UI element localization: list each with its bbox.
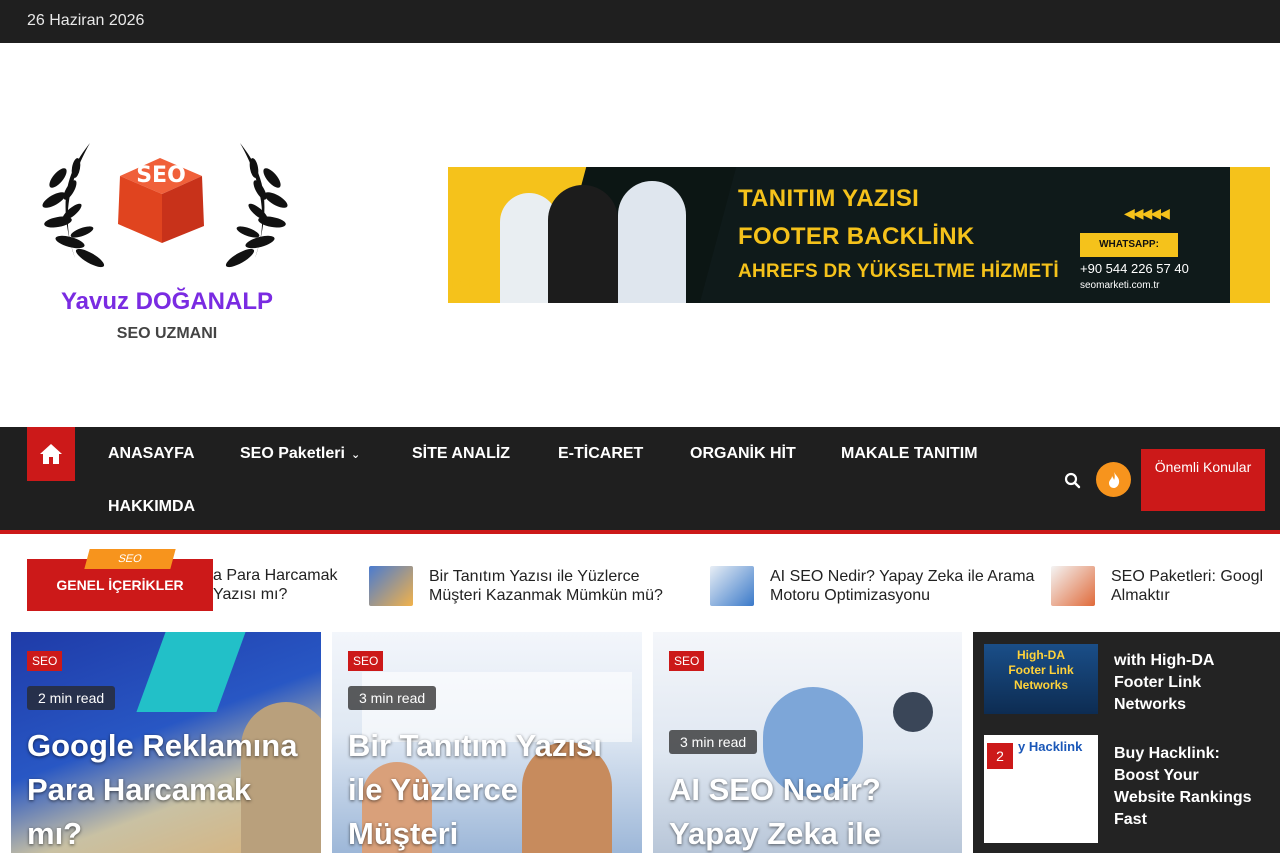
site-logo[interactable]: SEO Yavuz DOĞANALP SEO UZMANI (30, 138, 300, 398)
flame-icon (1108, 471, 1119, 488)
news-ticker: SEO GENEL İÇERİKLER a Para Harcamak Yazı… (0, 538, 1280, 632)
nav-item-site-analiz[interactable]: SİTE ANALİZ (412, 445, 510, 463)
post-title[interactable]: with High-DA Footer Link Networks (1114, 650, 1264, 716)
banner-line-3: AHREFS DR YÜKSELTME HİZMETİ (738, 261, 1059, 282)
ticker-item-text: AI SEO Nedir? Yapay Zeka ile Arama Motor… (770, 568, 1035, 604)
ad-banner[interactable]: ▶▶▶▶ ◀◀◀◀◀ TANITIM YAZISI FOOTER BACKLİN… (448, 167, 1270, 303)
ticker-item-text: SEO Paketleri: Googl Almaktır (1111, 568, 1264, 604)
nav-item-e-ticaret[interactable]: E-TİCARET (558, 445, 643, 463)
top-bar: 26 Haziran 2026 (0, 0, 1280, 43)
rank-number: 2 (987, 743, 1013, 769)
featured-post-card[interactable]: SEO 2 min read Google Reklamına Para Har… (11, 632, 321, 853)
arrows-icon: ▶▶▶▶ (452, 273, 489, 289)
whatsapp-label: WHATSAPP: (1080, 233, 1178, 257)
ticker-item[interactable]: AI SEO Nedir? Yapay Zeka ile Arama Motor… (710, 566, 1034, 606)
ticker-thumbnail (710, 566, 754, 606)
post-title[interactable]: Bir Tanıtım Yazısı ile Yüzlerce Müşteri (348, 724, 633, 853)
whatsapp-phone: +90 544 226 57 40 (1080, 261, 1189, 276)
post-title[interactable]: Google Reklamına Para Harcamak mı? (27, 724, 312, 853)
current-date: 26 Haziran 2026 (27, 12, 145, 29)
chevron-down-icon: ⌄ (350, 449, 361, 461)
ticker-item[interactable]: SEO Paketleri: Googl Almaktır (1051, 566, 1263, 606)
nav-item-makale-tanitim[interactable]: MAKALE TANITIM (841, 445, 978, 463)
ticker-item[interactable]: a Para Harcamak Yazısı mı? (213, 566, 338, 604)
featured-post-card[interactable]: SEO 3 min read AI SEO Nedir? Yapay Zeka … (653, 632, 962, 853)
post-title[interactable]: Buy Hacklink: Boost Your Website Ranking… (1114, 743, 1264, 831)
nav-item-hakkimda[interactable]: HAKKIMDA (108, 498, 195, 516)
home-icon (40, 444, 62, 464)
ticker-items: a Para Harcamak Yazısı mı? Bir Tanıtım Y… (213, 538, 1280, 632)
banner-line-1: TANITIM YAZISI (738, 185, 920, 212)
nav-item-seo-paketleri[interactable]: SEO Paketleri ⌄ (240, 445, 360, 463)
ticker-item[interactable]: Bir Tanıtım Yazısı ile Yüzlerce Müşteri … (369, 566, 663, 606)
ticker-item-text: a Para Harcamak Yazısı mı? (213, 567, 338, 603)
brand-tagline: SEO UZMANI (116, 325, 218, 342)
ticker-thumbnail (1051, 566, 1095, 606)
person-image (618, 181, 686, 303)
nav-item-organik-hit[interactable]: ORGANİK HİT (690, 445, 796, 463)
main-navigation: ANASAYFA SEO Paketleri ⌄ SİTE ANALİZ E-Tİ… (0, 427, 1280, 534)
person-image (548, 185, 618, 303)
search-button[interactable] (1063, 471, 1083, 491)
trending-button[interactable] (1096, 462, 1131, 497)
site-header: SEO Yavuz DOĞANALP SEO UZMANI ▶▶▶▶ ◀◀◀◀◀… (0, 43, 1280, 427)
banner-site: seomarketi.com.tr (1080, 280, 1160, 291)
arrows-icon: ◀◀◀◀◀ (1124, 205, 1170, 221)
category-badge[interactable]: SEO (27, 651, 63, 671)
search-icon (1064, 472, 1081, 489)
gear-icon (893, 692, 933, 732)
featured-topics-button[interactable]: Önemli Konular (1141, 449, 1265, 511)
post-title[interactable]: AI SEO Nedir? Yapay Zeka ile (669, 768, 954, 853)
category-badge[interactable]: SEO (348, 651, 384, 671)
read-time: 3 min read (348, 686, 437, 710)
post-thumbnail[interactable]: High-DA Footer Link Networks (984, 644, 1098, 714)
home-button[interactable] (27, 427, 75, 481)
ticker-item-text: Bir Tanıtım Yazısı ile Yüzlerce Müşteri … (429, 568, 663, 604)
laurel-cube-icon: SEO (42, 143, 288, 268)
logo-letters: SEO (136, 163, 186, 188)
featured-post-card[interactable]: SEO 3 min read Bir Tanıtım Yazısı ile Yü… (332, 632, 642, 853)
read-time: 3 min read (669, 730, 758, 754)
nav-item-label: SEO Paketleri (240, 445, 345, 462)
banner-line-2: FOOTER BACKLİNK (738, 223, 975, 250)
nav-item-anasayfa[interactable]: ANASAYFA (108, 445, 195, 463)
ticker-tag: SEO (84, 549, 176, 569)
brand-name: Yavuz DOĞANALP (60, 288, 274, 315)
read-time: 2 min read (27, 686, 116, 710)
category-badge[interactable]: SEO (669, 651, 705, 671)
ticker-thumbnail (369, 566, 413, 606)
popular-posts-list: High-DA Footer Link Networks with High-D… (973, 632, 1280, 853)
